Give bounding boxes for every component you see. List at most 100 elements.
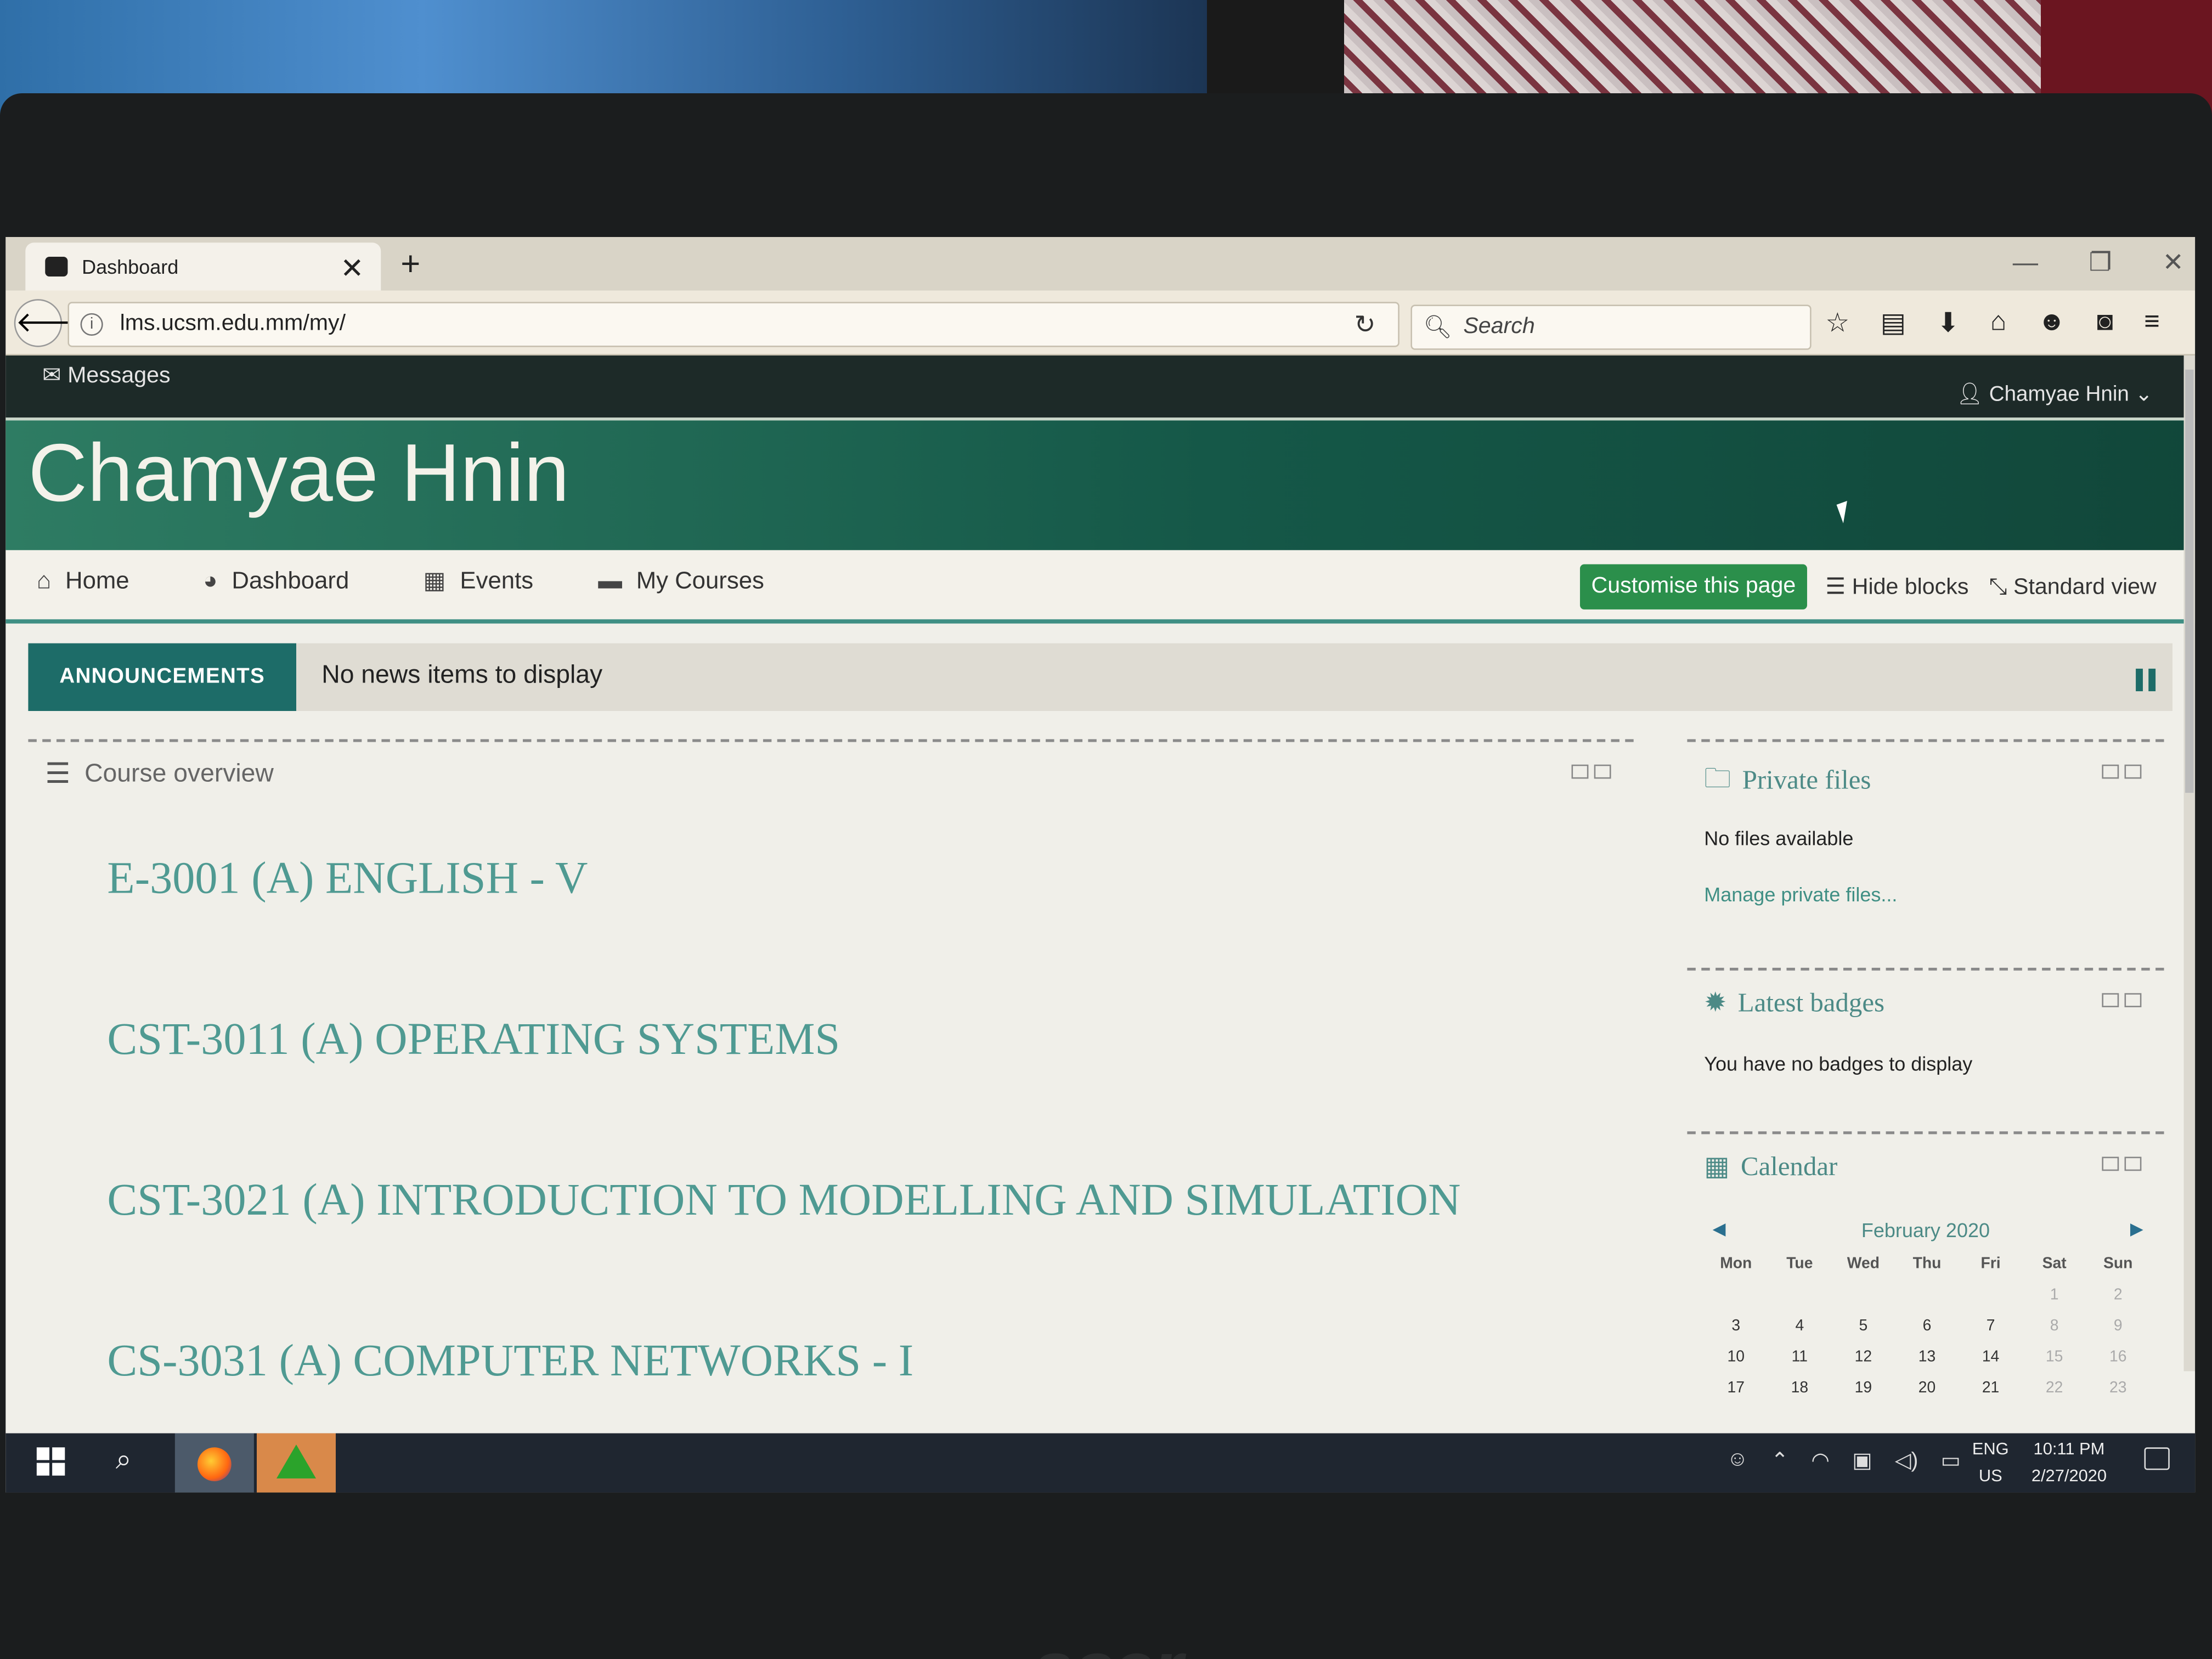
maximize-button[interactable]: ❐: [2089, 249, 2112, 278]
customise-page-button[interactable]: Customise this page: [1579, 564, 1807, 610]
pocket-icon[interactable]: ◙: [2097, 308, 2113, 340]
collapse-icon[interactable]: [2102, 1156, 2119, 1171]
site-info-icon[interactable]: i: [80, 313, 103, 336]
dock-icon[interactable]: [1594, 764, 1611, 779]
back-button[interactable]: 🡐: [14, 299, 91, 347]
minimize-button[interactable]: —: [2013, 249, 2038, 278]
collapse-icon[interactable]: [2102, 993, 2119, 1007]
course-link[interactable]: E-3001 (A) ENGLISH - V: [107, 852, 588, 904]
clock-date: 2/27/2020: [2031, 1465, 2107, 1486]
course-link[interactable]: CS-3031 (A) COMPUTER NETWORKS - I: [107, 1335, 913, 1387]
tab-dashboard[interactable]: Dashboard ✕: [25, 242, 381, 291]
search-icon[interactable]: ⌕: [116, 1444, 132, 1477]
calendar-day[interactable]: 14: [1959, 1348, 2023, 1365]
announcements-label: ANNOUNCEMENTS: [28, 643, 296, 711]
block-controls[interactable]: [2102, 993, 2142, 1007]
chat-icon[interactable]: ☻: [2038, 308, 2066, 340]
language-indicator[interactable]: ENG US: [1972, 1436, 2009, 1490]
search-input[interactable]: 🔍︎ Search: [1410, 304, 1812, 350]
network-icon[interactable]: ▣: [1852, 1447, 1872, 1473]
notification-center-icon[interactable]: [2144, 1447, 2170, 1470]
battery-icon[interactable]: ▭: [1941, 1447, 1961, 1473]
calendar-day[interactable]: 15: [2023, 1348, 2086, 1365]
calendar-day[interactable]: 19: [1831, 1380, 1895, 1397]
messages-link[interactable]: ✉ Messages: [42, 361, 170, 389]
calendar-day[interactable]: 20: [1895, 1380, 1959, 1397]
course-link[interactable]: CST-3011 (A) OPERATING SYSTEMS: [107, 1013, 840, 1065]
people-icon[interactable]: ☺: [1726, 1447, 1748, 1472]
weekday-header: Fri: [1980, 1255, 2001, 1273]
calendar-day[interactable]: 16: [2086, 1348, 2150, 1365]
calendar-day[interactable]: 22: [2023, 1380, 2086, 1397]
calendar-day[interactable]: 3: [1704, 1318, 1768, 1335]
nav-events[interactable]: ▦ Events: [423, 567, 533, 595]
next-month-icon[interactable]: ▶: [2130, 1219, 2143, 1239]
calendar-day[interactable]: 6: [1895, 1318, 1959, 1335]
clipboard-icon[interactable]: ▤: [1881, 308, 1906, 340]
hide-blocks-label: Hide blocks: [1852, 575, 1969, 600]
system-clock[interactable]: 10:11 PM 2/27/2020: [2032, 1436, 2107, 1490]
calendar-day[interactable]: 1: [2023, 1286, 2086, 1304]
weekday-header: Sun: [2103, 1255, 2133, 1273]
calendar-day[interactable]: 11: [1768, 1348, 1831, 1365]
user-menu[interactable]: 👤︎ Chamyae Hnin ⌄: [1956, 381, 2153, 407]
calendar-day[interactable]: 21: [1959, 1380, 2023, 1397]
windows-start-icon[interactable]: [36, 1447, 65, 1476]
manage-private-files-link[interactable]: Manage private files...: [1704, 883, 1897, 906]
calendar-day[interactable]: 18: [1768, 1380, 1831, 1397]
calendar-day[interactable]: 8: [2023, 1318, 2086, 1335]
announcements-bar: ANNOUNCEMENTS No news items to display: [28, 643, 2172, 711]
menu-icon[interactable]: ≡: [2144, 308, 2160, 340]
firefox-icon: [197, 1447, 232, 1481]
close-window-button[interactable]: ✕: [2163, 249, 2184, 278]
block-controls[interactable]: [2102, 764, 2142, 779]
block-controls[interactable]: [1571, 764, 1611, 779]
collapse-icon[interactable]: [1571, 764, 1589, 779]
collapse-icon[interactable]: [2102, 764, 2119, 779]
mouse-cursor-icon: [1836, 500, 1854, 523]
volume-icon[interactable]: ◁): [1895, 1447, 1918, 1473]
calendar-day[interactable]: 9: [2086, 1318, 2150, 1335]
nav-my-courses-label: My Courses: [636, 567, 764, 594]
hide-blocks-button[interactable]: ☰ Hide blocks: [1825, 573, 1968, 601]
calendar-day[interactable]: 17: [1704, 1380, 1768, 1397]
calendar-day[interactable]: 13: [1895, 1348, 1959, 1365]
announcements-text: No news items to display: [321, 660, 603, 689]
nav-dashboard[interactable]: ◕ Dashboard: [203, 567, 349, 595]
nav-my-courses[interactable]: ▬ My Courses: [598, 567, 764, 595]
calendar-day[interactable]: 2: [2086, 1286, 2150, 1304]
calendar-day[interactable]: 23: [2086, 1380, 2150, 1397]
calendar-day[interactable]: 4: [1768, 1318, 1831, 1335]
block-controls[interactable]: [2102, 1156, 2142, 1171]
star-icon[interactable]: ☆: [1825, 308, 1849, 340]
download-icon[interactable]: ⬇: [1937, 308, 1960, 340]
calendar-day[interactable]: 10: [1704, 1348, 1768, 1365]
calendar-day: [1895, 1286, 1959, 1304]
home-icon[interactable]: ⌂: [1990, 308, 2007, 340]
pause-icon[interactable]: [2136, 668, 2156, 691]
standard-view-button[interactable]: ⤡ Standard view: [1989, 575, 2157, 601]
calendar-day[interactable]: 7: [1959, 1318, 2023, 1335]
calendar-icon: ▦: [1704, 1152, 1730, 1182]
private-files-block: 🗀︎ Private files No files available Mana…: [1687, 739, 2164, 968]
dock-icon[interactable]: [2124, 993, 2142, 1007]
messages-label: Messages: [67, 364, 171, 388]
calendar-day[interactable]: 5: [1831, 1318, 1895, 1335]
calendar-day[interactable]: 12: [1831, 1348, 1895, 1365]
course-link[interactable]: CST-3021 (A) INTRODUCTION TO MODELLING A…: [107, 1173, 1460, 1226]
dock-icon[interactable]: [2124, 764, 2142, 779]
chevron-up-icon[interactable]: ⌃: [1771, 1447, 1788, 1473]
reload-icon[interactable]: ↻: [1355, 311, 1376, 340]
dashboard-icon: ◕: [203, 567, 218, 594]
url-bar[interactable]: i lms.ucsm.edu.mm/my/: [67, 302, 1400, 347]
weekday-header: Mon: [1720, 1255, 1752, 1273]
taskbar-firefox[interactable]: [174, 1433, 254, 1493]
nav-home[interactable]: ⌂ Home: [37, 567, 129, 595]
close-tab-button[interactable]: ✕: [340, 251, 364, 286]
dock-icon[interactable]: [2124, 1156, 2142, 1171]
taskbar-app[interactable]: [256, 1433, 336, 1493]
new-tab-button[interactable]: +: [400, 245, 420, 285]
scrollbar-thumb[interactable]: [2185, 369, 2194, 793]
wifi-icon[interactable]: ◠: [1811, 1447, 1830, 1473]
page-scrollbar[interactable]: [2183, 355, 2196, 1372]
